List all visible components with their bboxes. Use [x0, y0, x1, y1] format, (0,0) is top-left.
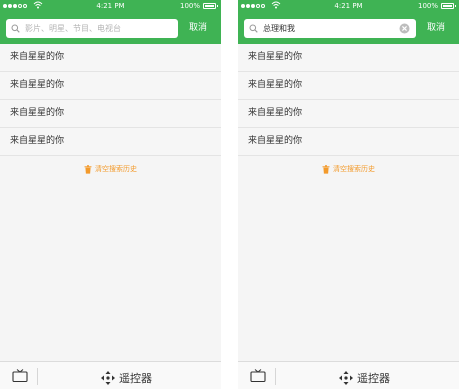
bottom-bar: 遥控器: [238, 361, 459, 389]
status-bar: 4:21 PM 100%: [0, 0, 221, 12]
history-item-label: 来自星星的你: [10, 136, 65, 146]
history-item-label: 来自星星的你: [248, 136, 303, 146]
remote-dpad-icon: [339, 370, 353, 385]
remote-control-button[interactable]: 遥控器: [338, 367, 390, 385]
battery-percent: 100%: [417, 2, 438, 10]
bottom-divider: [275, 368, 276, 385]
search-history-list: 来自星星的你 来自星星的你 来自星星的你 来自星星的你: [0, 44, 221, 156]
search-icon: [249, 24, 258, 33]
remote-dpad-icon: [101, 370, 115, 385]
search-screen-empty: 4:21 PM 100% 影片、明星、节目、电视台 取消 来自星星的你 来自星星…: [0, 0, 221, 389]
status-bar: 4:21 PM 100%: [238, 0, 459, 12]
trash-icon: [322, 164, 330, 174]
history-item-label: 来自星星的你: [10, 52, 65, 62]
history-item[interactable]: 来自星星的你: [0, 128, 221, 156]
clear-icon[interactable]: [399, 23, 410, 34]
history-item[interactable]: 来自星星的你: [0, 44, 221, 72]
history-item[interactable]: 来自星星的你: [0, 100, 221, 128]
search-placeholder: 影片、明星、节目、电视台: [25, 24, 121, 33]
search-input[interactable]: 影片、明星、节目、电视台: [6, 19, 178, 38]
search-history-list: 来自星星的你 来自星星的你 来自星星的你 来自星星的你: [238, 44, 459, 156]
clear-history-label: 清空搜索历史: [333, 165, 375, 173]
tv-icon[interactable]: [12, 369, 28, 383]
header: 4:21 PM 100% 影片、明星、节目、电视台 取消: [0, 0, 221, 44]
search-icon: [11, 24, 20, 33]
clear-history-button[interactable]: 清空搜索历史: [238, 163, 459, 175]
remote-control-label: 遥控器: [357, 371, 390, 385]
history-item-label: 来自星星的你: [10, 108, 65, 118]
history-item[interactable]: 来自星星的你: [0, 72, 221, 100]
battery-icon: [441, 3, 456, 9]
trash-icon: [84, 164, 92, 174]
cancel-button[interactable]: 取消: [427, 19, 445, 38]
search-screen-typed: 4:21 PM 100% 总理和我 取消 来自星星的你 来自星星的你 来自星星的…: [238, 0, 459, 389]
history-item-label: 来自星星的你: [248, 52, 303, 62]
bottom-divider: [37, 368, 38, 385]
cancel-button[interactable]: 取消: [189, 19, 207, 38]
remote-control-button[interactable]: 遥控器: [100, 367, 152, 385]
clear-history-button[interactable]: 清空搜索历史: [0, 163, 221, 175]
history-item-label: 来自星星的你: [248, 80, 303, 90]
history-item[interactable]: 来自星星的你: [238, 72, 459, 100]
history-item-label: 来自星星的你: [10, 80, 65, 90]
battery-percent: 100%: [179, 2, 200, 10]
history-item[interactable]: 来自星星的你: [238, 128, 459, 156]
search-value: 总理和我: [263, 24, 295, 33]
remote-control-label: 遥控器: [119, 371, 152, 385]
battery-icon: [203, 3, 218, 9]
header: 4:21 PM 100% 总理和我 取消: [238, 0, 459, 44]
history-item[interactable]: 来自星星的你: [238, 100, 459, 128]
search-input[interactable]: 总理和我: [244, 19, 416, 38]
tv-icon[interactable]: [250, 369, 266, 383]
history-item[interactable]: 来自星星的你: [238, 44, 459, 72]
history-item-label: 来自星星的你: [248, 108, 303, 118]
clear-history-label: 清空搜索历史: [95, 165, 137, 173]
bottom-bar: 遥控器: [0, 361, 221, 389]
